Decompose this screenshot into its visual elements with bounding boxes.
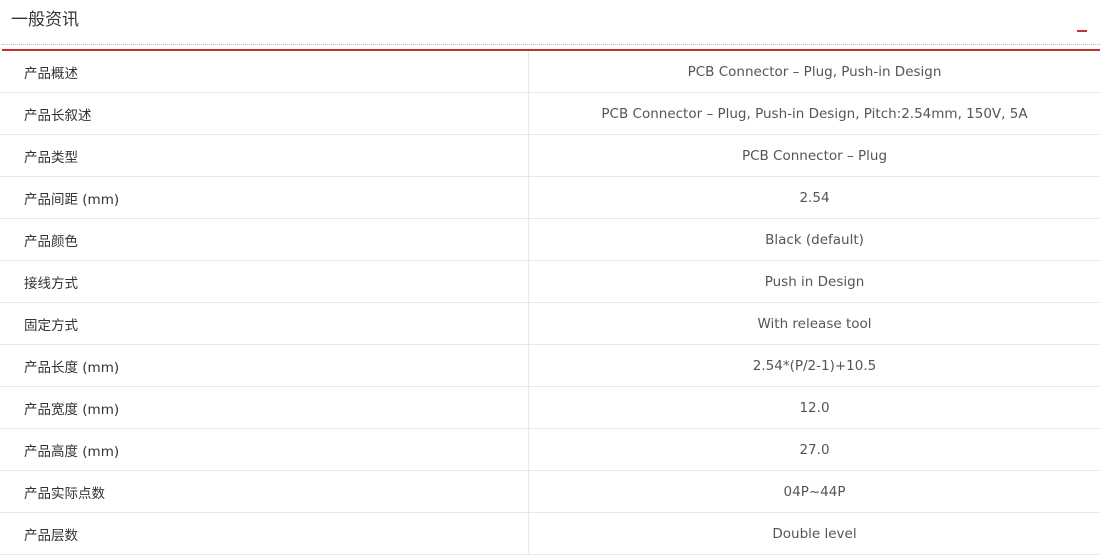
table-row: 固定方式 With release tool — [0, 302, 1100, 345]
spec-value: 04P~44P — [528, 470, 1100, 513]
section-title: 一般资讯 — [11, 10, 79, 30]
table-row: 接线方式 Push in Design — [0, 260, 1100, 303]
table-row: 产品宽度 (mm) 12.0 — [0, 386, 1100, 429]
spec-label: 产品宽度 (mm) — [0, 386, 529, 429]
table-row: 产品概述 PCB Connector – Plug, Push-in Desig… — [0, 51, 1100, 93]
spec-label: 接线方式 — [0, 260, 529, 303]
collapse-toggle[interactable] — [1074, 22, 1090, 38]
table-row: 产品长度 (mm) 2.54*(P/2-1)+10.5 — [0, 344, 1100, 387]
spec-value: 27.0 — [528, 428, 1100, 471]
spec-label: 产品层数 — [0, 512, 529, 555]
spec-value: PCB Connector – Plug, Push-in Design, Pi… — [528, 92, 1100, 135]
spec-label: 固定方式 — [0, 302, 529, 345]
spec-label: 产品高度 (mm) — [0, 428, 529, 471]
minus-icon — [1077, 30, 1087, 32]
table-row: 产品类型 PCB Connector – Plug — [0, 134, 1100, 177]
spec-value: Double level — [528, 512, 1100, 555]
spec-label: 产品间距 (mm) — [0, 176, 529, 219]
spec-value: 2.54*(P/2-1)+10.5 — [528, 344, 1100, 387]
general-info-section: 一般资讯 产品概述 PCB Connector – Plug, Push-in … — [0, 0, 1100, 555]
spec-table: 产品概述 PCB Connector – Plug, Push-in Desig… — [0, 51, 1100, 555]
table-row: 产品实际点数 04P~44P — [0, 470, 1100, 513]
spec-value: 2.54 — [528, 176, 1100, 219]
spec-value: 12.0 — [528, 386, 1100, 429]
spec-value: PCB Connector – Plug — [528, 134, 1100, 177]
spec-label: 产品类型 — [0, 134, 529, 177]
spec-label: 产品颜色 — [0, 218, 529, 261]
spec-value: PCB Connector – Plug, Push-in Design — [528, 51, 1100, 93]
table-row: 产品间距 (mm) 2.54 — [0, 176, 1100, 219]
table-row: 产品层数 Double level — [0, 512, 1100, 555]
spec-label: 产品概述 — [0, 51, 529, 93]
table-row: 产品高度 (mm) 27.0 — [0, 428, 1100, 471]
header-dotted-divider — [2, 44, 1100, 45]
spec-value: With release tool — [528, 302, 1100, 345]
section-header[interactable]: 一般资讯 — [0, 0, 1100, 51]
spec-value: Push in Design — [528, 260, 1100, 303]
table-row: 产品颜色 Black (default) — [0, 218, 1100, 261]
spec-label: 产品长度 (mm) — [0, 344, 529, 387]
spec-label: 产品实际点数 — [0, 470, 529, 513]
spec-label: 产品长叙述 — [0, 92, 529, 135]
spec-value: Black (default) — [528, 218, 1100, 261]
table-row: 产品长叙述 PCB Connector – Plug, Push-in Desi… — [0, 92, 1100, 135]
